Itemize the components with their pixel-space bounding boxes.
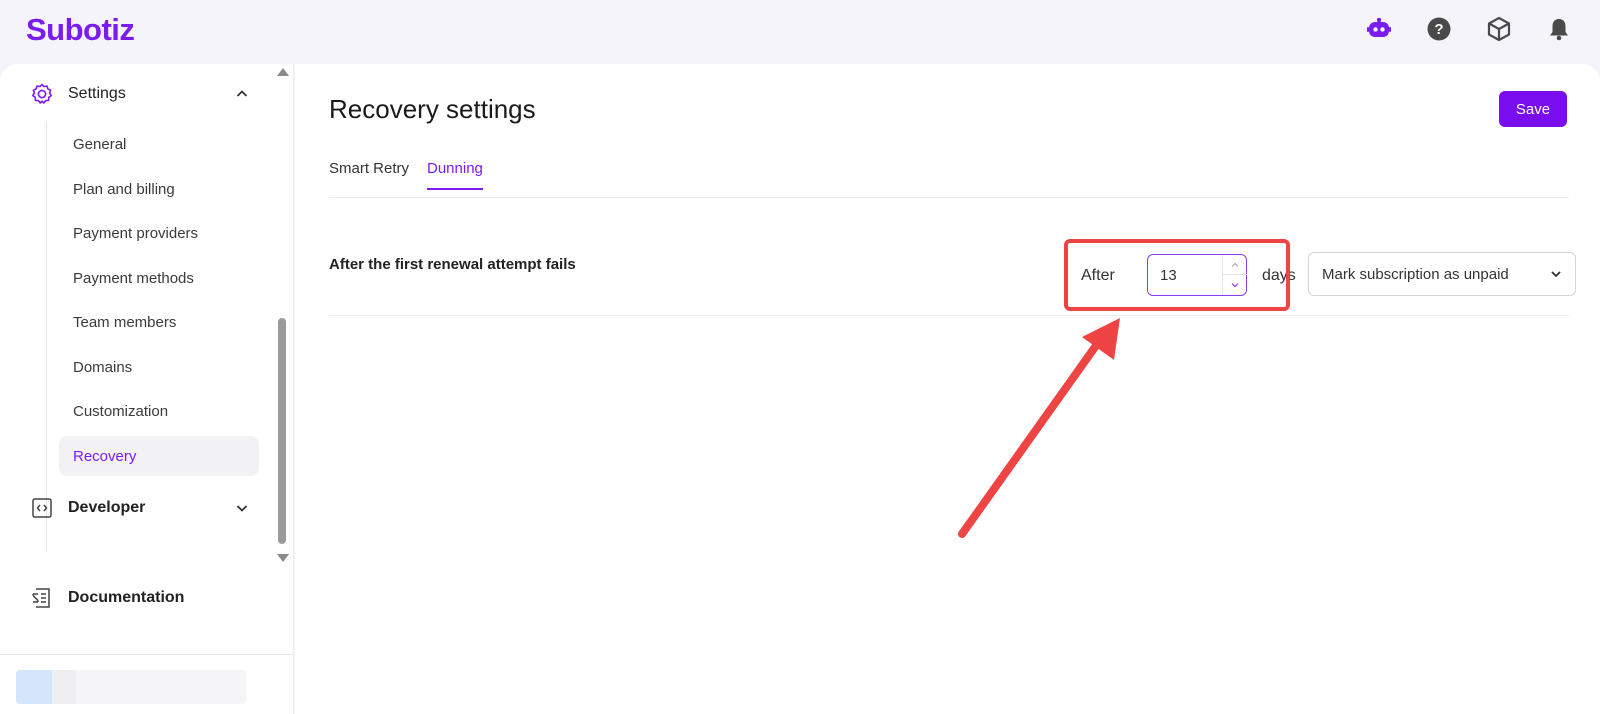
code-icon xyxy=(30,496,54,520)
action-select-value: Mark subscription as unpaid xyxy=(1322,265,1509,283)
step-up-icon[interactable] xyxy=(1223,255,1247,275)
sidebar-developer[interactable]: Developer xyxy=(30,496,250,520)
top-icons: ? xyxy=(1366,16,1572,42)
sidebar-settings[interactable]: Settings xyxy=(30,82,250,106)
bell-icon[interactable] xyxy=(1546,16,1572,42)
days-field[interactable] xyxy=(1148,255,1222,295)
main-panel: Recovery settings Save Smart Retry Dunni… xyxy=(295,64,1600,714)
sidebar-item-recovery[interactable]: Recovery xyxy=(59,436,259,476)
bot-icon[interactable] xyxy=(1366,16,1392,42)
sidebar-item-payment-methods[interactable]: Payment methods xyxy=(59,258,259,298)
tree-line xyxy=(46,122,47,552)
sidebar-documentation[interactable]: Documentation xyxy=(30,586,184,610)
scroll-thumb[interactable] xyxy=(278,318,286,544)
page-title: Recovery settings xyxy=(329,94,536,124)
sidebar-developer-label: Developer xyxy=(68,499,146,516)
action-select[interactable]: Mark subscription as unpaid xyxy=(1308,252,1576,296)
chevron-up-icon[interactable] xyxy=(234,86,250,102)
sidebar: Settings General Plan and billing Paymen… xyxy=(0,64,294,714)
step-down-icon[interactable] xyxy=(1223,275,1247,295)
sidebar-documentation-label: Documentation xyxy=(68,589,185,606)
chevron-down-icon xyxy=(1551,271,1561,278)
days-stepper[interactable] xyxy=(1222,255,1247,295)
user-profile[interactable] xyxy=(16,670,246,704)
sidebar-scrollbar[interactable] xyxy=(276,64,289,562)
tab-bar: Smart Retry Dunning xyxy=(329,160,1569,198)
sidebar-divider xyxy=(0,654,294,655)
scroll-up-arrow[interactable] xyxy=(277,68,289,76)
sidebar-item-customization[interactable]: Customization xyxy=(59,391,259,431)
top-bar: Subotiz ? xyxy=(0,0,1600,64)
document-icon xyxy=(30,586,54,610)
days-text: days xyxy=(1262,267,1296,284)
gear-icon xyxy=(30,82,54,106)
app-logo[interactable]: Subotiz xyxy=(26,12,135,48)
after-text: After xyxy=(1081,267,1115,284)
tab-smart-retry[interactable]: Smart Retry xyxy=(329,160,409,189)
help-icon[interactable]: ? xyxy=(1426,16,1452,42)
rule-label: After the first renewal attempt fails xyxy=(329,256,576,273)
dunning-rule-row: After the first renewal attempt fails Af… xyxy=(329,244,1576,316)
chevron-down-icon[interactable] xyxy=(234,500,250,516)
sidebar-item-general[interactable]: General xyxy=(59,124,259,164)
save-button[interactable]: Save xyxy=(1499,91,1567,127)
svg-text:?: ? xyxy=(1434,21,1443,38)
sidebar-item-payment-providers[interactable]: Payment providers xyxy=(59,213,259,253)
scroll-down-arrow[interactable] xyxy=(277,554,289,562)
cube-icon[interactable] xyxy=(1486,16,1512,42)
sidebar-item-team-members[interactable]: Team members xyxy=(59,302,259,342)
sidebar-item-domains[interactable]: Domains xyxy=(59,347,259,387)
days-number-input[interactable] xyxy=(1147,254,1247,296)
tab-dunning[interactable]: Dunning xyxy=(427,160,483,190)
sidebar-settings-label: Settings xyxy=(68,85,126,102)
sidebar-item-plan-and-billing[interactable]: Plan and billing xyxy=(59,169,259,209)
